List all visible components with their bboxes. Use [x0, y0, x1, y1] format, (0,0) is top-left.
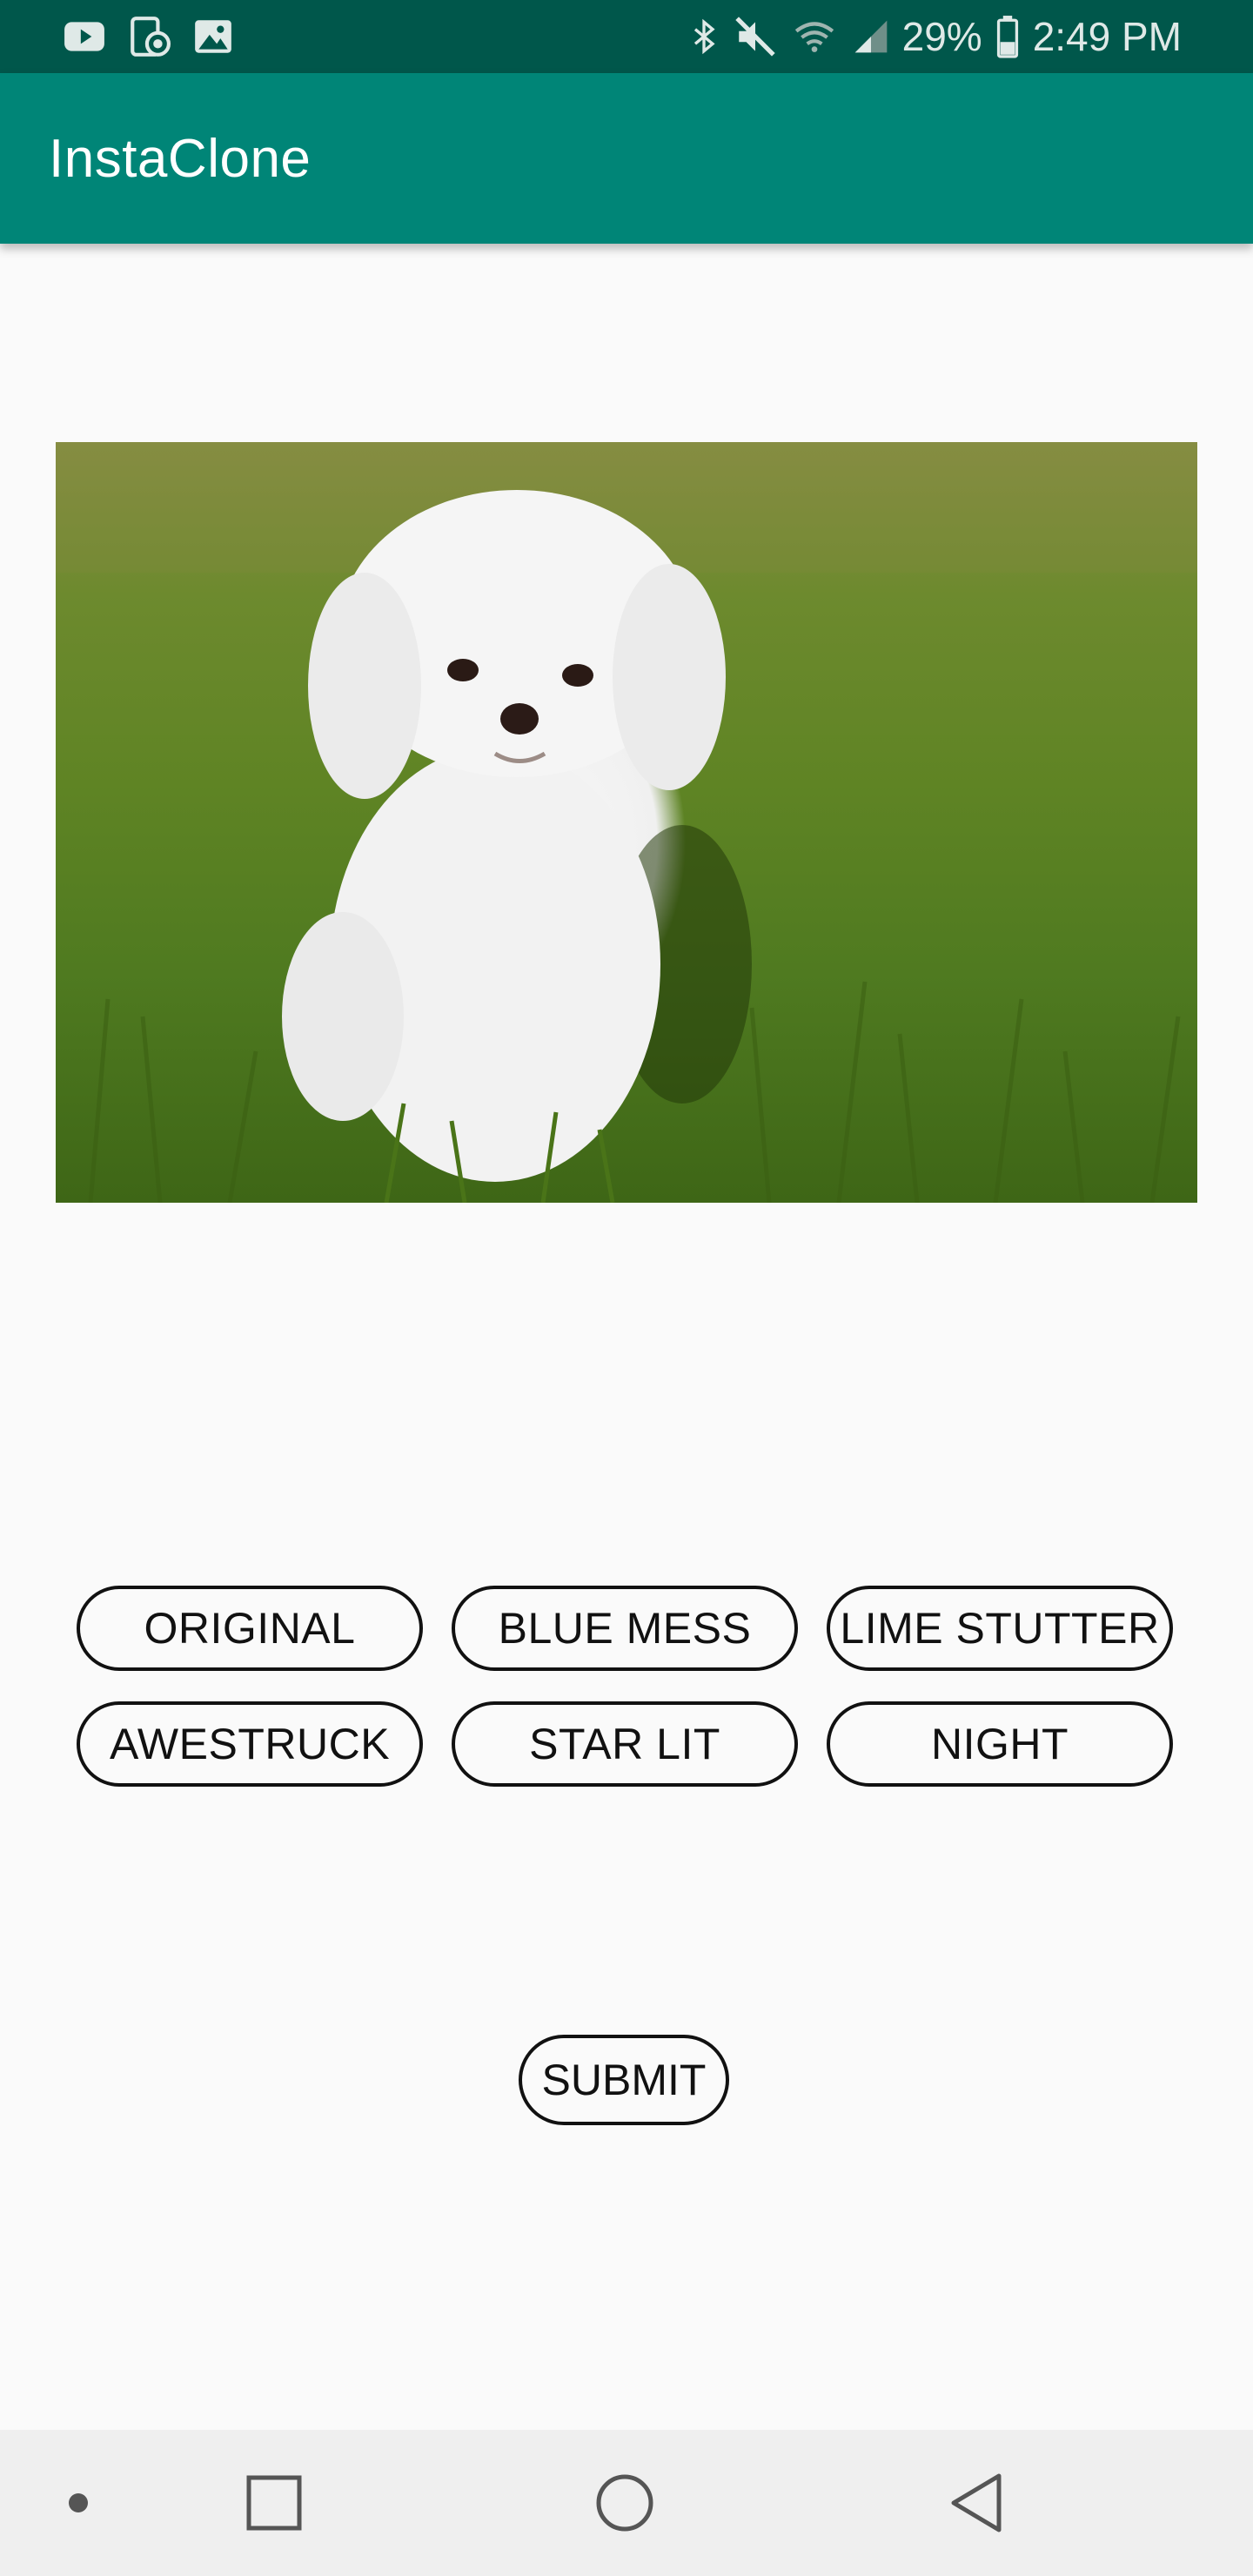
filter-star-lit-button[interactable]: STAR LIT: [452, 1701, 798, 1787]
mute-icon: [734, 15, 777, 58]
gallery-icon: [191, 15, 235, 58]
status-bar-left: [63, 0, 235, 73]
filter-lime-stutter-button[interactable]: LIME STUTTER: [827, 1586, 1173, 1671]
status-time: 2:49 PM: [1032, 14, 1182, 59]
signal-icon: [852, 15, 890, 58]
back-icon[interactable]: [924, 2430, 1029, 2576]
app-title: InstaClone: [49, 128, 312, 189]
filter-night-button[interactable]: NIGHT: [827, 1701, 1173, 1787]
battery-percent: 29%: [901, 14, 982, 59]
dog-illustration: [56, 442, 1197, 1203]
wifi-icon: [789, 15, 840, 58]
status-bar: 29% 2:49 PM: [0, 0, 1253, 73]
youtube-icon: [63, 15, 106, 58]
submit-button[interactable]: SUBMIT: [519, 2035, 729, 2125]
dog-photo: [56, 442, 1197, 1203]
home-icon[interactable]: [573, 2430, 677, 2576]
screen-record-icon: [127, 15, 171, 58]
dot-icon[interactable]: [35, 2430, 122, 2576]
filter-awestruck-button[interactable]: AWESTRUCK: [77, 1701, 423, 1787]
app-bar: InstaClone: [0, 73, 1253, 244]
battery-icon: [995, 15, 1021, 58]
status-bar-right: 29% 2:49 PM: [687, 0, 1182, 73]
filter-original-button[interactable]: ORIGINAL: [77, 1586, 423, 1671]
recents-icon[interactable]: [222, 2430, 326, 2576]
bluetooth-icon: [687, 15, 721, 58]
navigation-bar: [0, 2430, 1253, 2576]
filter-blue-mess-button[interactable]: BLUE MESS: [452, 1586, 798, 1671]
